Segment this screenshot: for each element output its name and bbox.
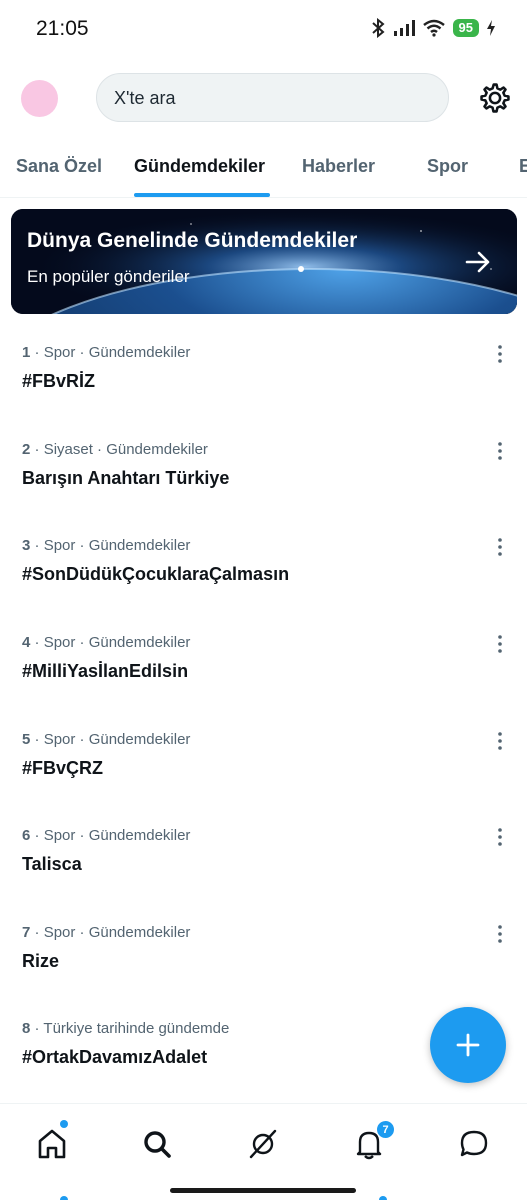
trend-item[interactable]: 3 · Spor · Gündemdekiler #SonDüdükÇocukl… bbox=[0, 537, 527, 633]
trend-rank: 3 bbox=[22, 537, 31, 554]
charging-icon bbox=[487, 20, 495, 36]
grok-icon[interactable] bbox=[243, 1124, 283, 1164]
more-options-icon[interactable] bbox=[490, 924, 510, 944]
trend-meta: 8 · Türkiye tarihinde gündemde bbox=[22, 1020, 230, 1037]
trend-category: Spor · Gündemdekiler bbox=[43, 537, 191, 554]
trend-name: #OrtakDavamızAdalet bbox=[22, 1047, 208, 1067]
trend-category: Siyaset · Gündemdekiler bbox=[43, 441, 208, 458]
tab-partial[interactable]: E bbox=[519, 156, 527, 177]
search-icon[interactable] bbox=[137, 1124, 177, 1164]
trend-meta: 5 · Spor · Gündemdekiler bbox=[22, 731, 191, 748]
active-tab-indicator bbox=[134, 193, 270, 197]
bottom-nav: 7 bbox=[0, 1103, 527, 1200]
trend-category: Spor · Gündemdekiler bbox=[43, 827, 191, 844]
trend-name: Barışın Anahtarı Türkiye bbox=[22, 468, 230, 488]
more-options-icon[interactable] bbox=[490, 344, 510, 364]
wifi-icon bbox=[422, 19, 445, 37]
plus-icon bbox=[456, 1033, 480, 1057]
home-unread-dot bbox=[60, 1120, 68, 1128]
trend-item[interactable]: 1 · Spor · Gündemdekiler #FBvRİZ bbox=[0, 344, 527, 440]
search-input[interactable]: X'te ara bbox=[96, 73, 449, 122]
trend-meta: 4 · Spor · Gündemdekiler bbox=[22, 634, 191, 651]
trend-name: #MilliYasİlanEdilsin bbox=[22, 661, 189, 681]
trend-rank: 4 bbox=[22, 634, 31, 651]
indicator-dot bbox=[60, 1196, 68, 1200]
trend-rank: 6 bbox=[22, 827, 31, 844]
trend-category: Spor · Gündemdekiler bbox=[43, 924, 191, 941]
status-icons: 95 bbox=[371, 18, 495, 38]
banner-subtitle: En popüler gönderiler bbox=[27, 267, 190, 286]
status-time: 21:05 bbox=[36, 17, 89, 40]
more-options-icon[interactable] bbox=[490, 441, 510, 461]
gesture-bar bbox=[170, 1188, 356, 1193]
trend-rank: 7 bbox=[22, 924, 31, 941]
tab-gundemdekiler[interactable]: Gündemdekiler bbox=[134, 156, 265, 177]
messages-icon[interactable] bbox=[454, 1124, 494, 1164]
tab-haberler[interactable]: Haberler bbox=[302, 156, 375, 177]
top-header: X'te ara bbox=[0, 62, 527, 134]
trend-name: Talisca bbox=[22, 854, 82, 874]
banner-title: Dünya Genelinde Gündemdekiler bbox=[27, 229, 358, 252]
tab-spor[interactable]: Spor bbox=[427, 156, 468, 177]
explore-tabs: Sana Özel Gündemdekiler Haberler Spor E bbox=[0, 134, 527, 198]
trend-meta: 7 · Spor · Gündemdekiler bbox=[22, 924, 191, 941]
compose-button[interactable] bbox=[430, 1007, 506, 1083]
trend-category: Spor · Gündemdekiler bbox=[43, 731, 191, 748]
trend-item[interactable]: 2 · Siyaset · Gündemdekiler Barışın Anah… bbox=[0, 441, 527, 537]
earth-night-image bbox=[11, 209, 517, 314]
trend-name: Rize bbox=[22, 951, 60, 971]
tab-sana-ozel[interactable]: Sana Özel bbox=[16, 156, 102, 177]
trend-meta: 1 · Spor · Gündemdekiler bbox=[22, 344, 191, 361]
trend-item[interactable]: 6 · Spor · Gündemdekiler Talisca bbox=[0, 827, 527, 923]
bluetooth-icon bbox=[371, 18, 385, 38]
trend-category: Spor · Gündemdekiler bbox=[43, 634, 191, 651]
trend-name: #FBvRİZ bbox=[22, 371, 96, 391]
more-options-icon[interactable] bbox=[490, 827, 510, 847]
avatar[interactable] bbox=[21, 80, 58, 117]
more-options-icon[interactable] bbox=[490, 634, 510, 654]
trend-category: Spor · Gündemdekiler bbox=[43, 344, 191, 361]
trend-item[interactable]: 7 · Spor · Gündemdekiler Rize bbox=[0, 924, 527, 1020]
worldwide-trends-banner[interactable]: Dünya Genelinde Gündemdekiler En popüler… bbox=[11, 209, 517, 314]
status-bar: 21:05 95 bbox=[0, 0, 527, 62]
trend-category: Türkiye tarihinde gündemde bbox=[43, 1020, 230, 1037]
trend-meta: 6 · Spor · Gündemdekiler bbox=[22, 827, 191, 844]
home-icon[interactable] bbox=[32, 1124, 72, 1164]
trend-name: #FBvÇRZ bbox=[22, 758, 104, 778]
trend-meta: 2 · Siyaset · Gündemdekiler bbox=[22, 441, 208, 458]
notification-count-badge: 7 bbox=[376, 1120, 395, 1139]
trend-name: #SonDüdükÇocuklaraÇalmasın bbox=[22, 564, 290, 584]
trend-rank: 2 bbox=[22, 441, 31, 458]
trend-item[interactable]: 5 · Spor · Gündemdekiler #FBvÇRZ bbox=[0, 731, 527, 827]
more-options-icon[interactable] bbox=[490, 731, 510, 751]
trend-rank: 8 bbox=[22, 1020, 31, 1037]
signal-icon bbox=[393, 20, 415, 36]
trend-rank: 1 bbox=[22, 344, 31, 361]
arrow-right-icon bbox=[465, 251, 490, 273]
trend-meta: 3 · Spor · Gündemdekiler bbox=[22, 537, 191, 554]
battery-indicator: 95 bbox=[452, 19, 479, 37]
trend-rank: 5 bbox=[22, 731, 31, 748]
indicator-dot bbox=[379, 1196, 387, 1200]
more-options-icon[interactable] bbox=[490, 537, 510, 557]
search-placeholder: X'te ara bbox=[114, 88, 176, 108]
settings-gear-icon[interactable] bbox=[478, 81, 512, 115]
trend-item[interactable]: 4 · Spor · Gündemdekiler #MilliYasİlanEd… bbox=[0, 634, 527, 730]
